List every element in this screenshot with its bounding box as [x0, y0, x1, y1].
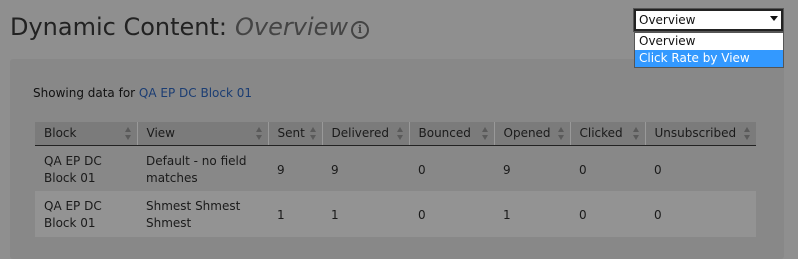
- view-dropdown[interactable]: Overview: [633, 8, 784, 32]
- dropdown-option-overview[interactable]: Overview: [635, 33, 783, 50]
- sort-icon[interactable]: [396, 127, 404, 140]
- cell-opened: 9: [503, 162, 511, 177]
- table-row: QA EP DC Block 01 Default - no field mat…: [35, 145, 756, 191]
- column-header-bounced[interactable]: Bounced: [408, 122, 494, 146]
- dropdown-option-click-rate[interactable]: Click Rate by View: [635, 50, 783, 67]
- sort-icon[interactable]: [309, 127, 317, 140]
- showing-prefix: Showing data for: [33, 86, 136, 100]
- chevron-down-icon[interactable]: [770, 16, 778, 21]
- column-header-view[interactable]: View: [136, 122, 268, 146]
- cell-block: QA EP DC Block 01: [44, 199, 102, 230]
- column-header-opened[interactable]: Opened: [493, 122, 570, 146]
- sort-icon[interactable]: [744, 127, 751, 140]
- info-icon[interactable]: i: [351, 21, 370, 39]
- view-dropdown-list: Overview Click Rate by View: [634, 32, 784, 68]
- stats-table: Block View Sent Delivered Bounced Opened…: [35, 122, 756, 237]
- cell-clicked: 0: [579, 207, 587, 222]
- content-panel: Showing data for QA EP DC Block 01 Block…: [10, 59, 784, 259]
- column-header-delivered[interactable]: Delivered: [321, 122, 409, 146]
- cell-delivered: 9: [331, 162, 339, 177]
- table-row: QA EP DC Block 01 Shmest Shmest Shmest 1…: [35, 191, 756, 237]
- block-link[interactable]: QA EP DC Block 01: [139, 86, 252, 100]
- sort-icon[interactable]: [481, 127, 489, 140]
- cell-bounced: 0: [418, 207, 426, 222]
- page-subtitle: Overview: [235, 13, 349, 41]
- page-title: Dynamic Content:: [10, 13, 228, 41]
- cell-unsubscribed: 0: [654, 207, 662, 222]
- cell-bounced: 0: [418, 162, 426, 177]
- page-header: Dynamic Content: Overview i: [10, 9, 370, 45]
- column-header-sent[interactable]: Sent: [267, 122, 322, 146]
- cell-sent: 1: [277, 207, 285, 222]
- cell-sent: 9: [277, 162, 285, 177]
- view-select[interactable]: Overview: [633, 8, 784, 32]
- sort-icon[interactable]: [124, 127, 132, 140]
- showing-data-text: Showing data for QA EP DC Block 01: [33, 86, 252, 100]
- table-header-row: Block View Sent Delivered Bounced Opened…: [35, 122, 756, 146]
- cell-unsubscribed: 0: [654, 162, 662, 177]
- sort-icon[interactable]: [255, 127, 263, 140]
- sort-icon[interactable]: [632, 127, 640, 140]
- cell-view: Default - no field matches: [146, 154, 247, 186]
- column-header-clicked[interactable]: Clicked: [569, 122, 645, 146]
- cell-block: QA EP DC Block 01: [44, 154, 102, 186]
- cell-view: Shmest Shmest Shmest: [146, 199, 241, 230]
- cell-clicked: 0: [579, 162, 587, 177]
- cell-delivered: 1: [331, 207, 339, 222]
- column-header-block[interactable]: Block: [35, 122, 137, 146]
- cell-opened: 1: [503, 207, 511, 222]
- column-header-unsubscribed[interactable]: Unsubscribed: [644, 122, 756, 146]
- sort-icon[interactable]: [557, 127, 565, 140]
